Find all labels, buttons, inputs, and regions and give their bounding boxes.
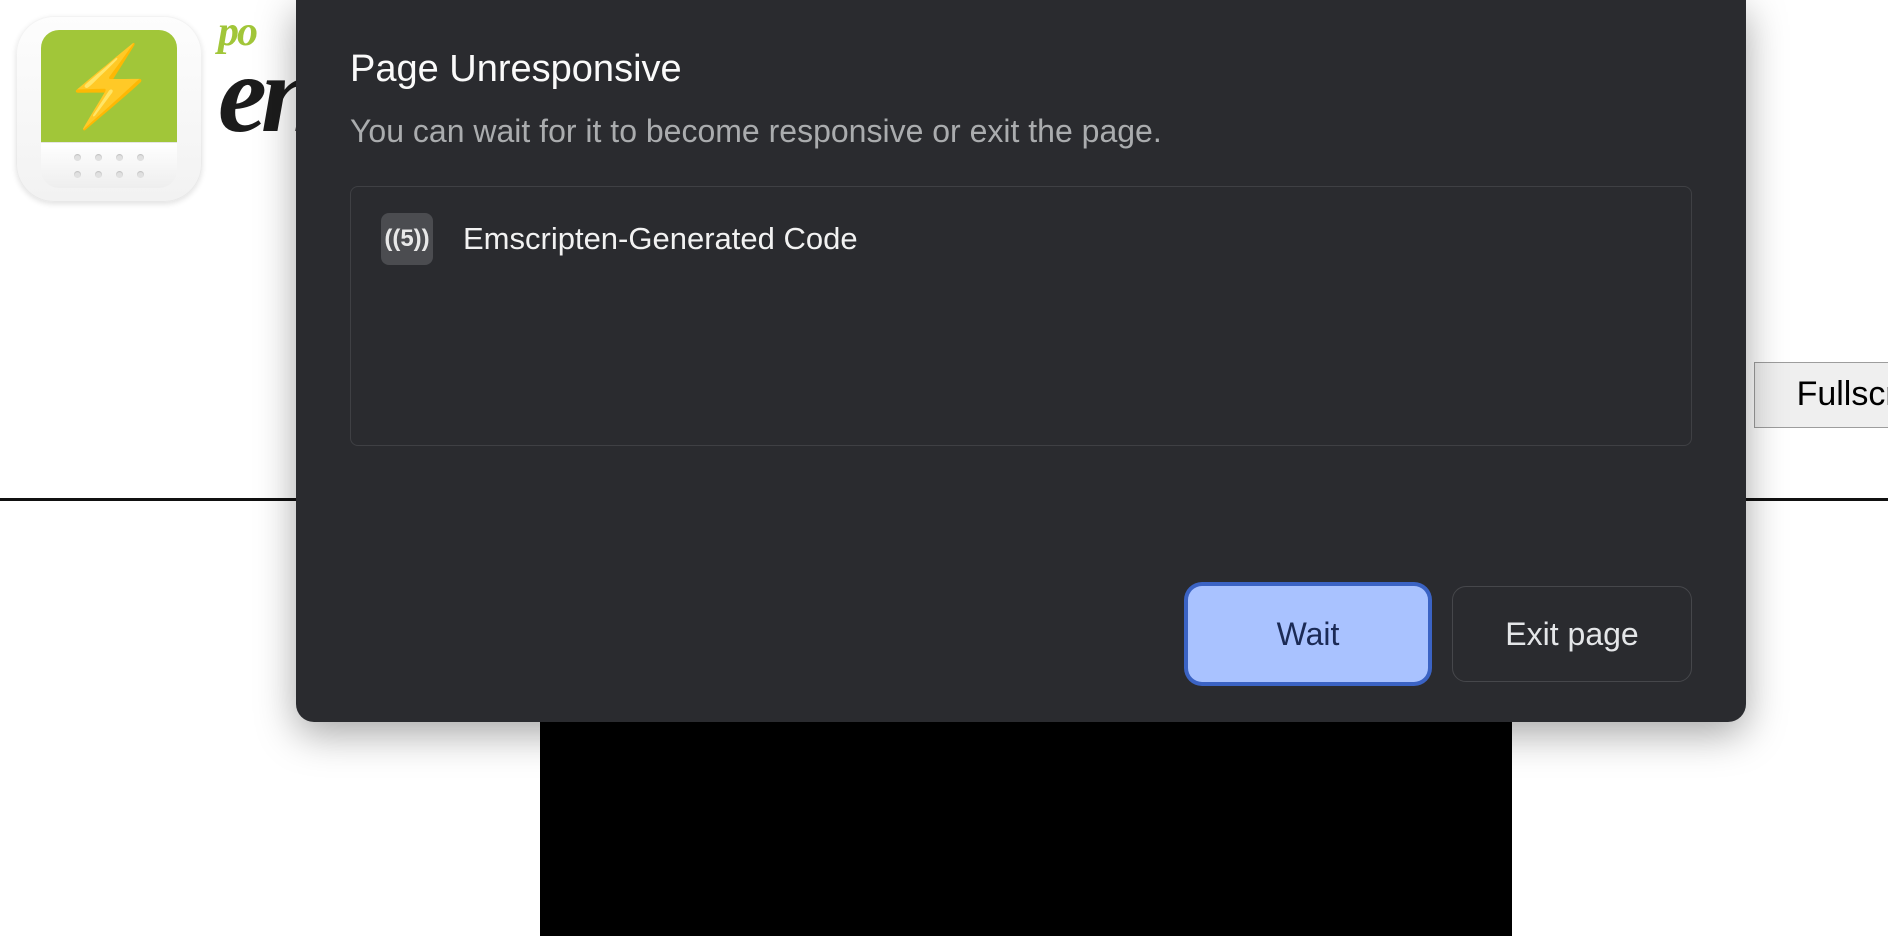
dialog-title: Page Unresponsive bbox=[350, 48, 1692, 91]
wait-button[interactable]: Wait bbox=[1188, 586, 1428, 682]
app-logo: ⚡ bbox=[16, 16, 202, 202]
dialog-message: You can wait for it to become responsive… bbox=[350, 113, 1692, 150]
favicon-label: ((5)) bbox=[384, 225, 429, 253]
fullscreen-button[interactable]: Fullscreen bbox=[1754, 362, 1888, 428]
unresponsive-page-list: ((5)) Emscripten-Generated Code bbox=[350, 186, 1692, 446]
logo-bottom-panel bbox=[41, 142, 177, 188]
logo-top-panel: ⚡ bbox=[41, 30, 177, 142]
dialog-button-row: Wait Exit page bbox=[350, 546, 1692, 682]
unresponsive-page-row: ((5)) Emscripten-Generated Code bbox=[381, 213, 1661, 265]
lightning-bolt-icon: ⚡ bbox=[60, 47, 157, 125]
exit-page-button[interactable]: Exit page bbox=[1452, 586, 1692, 682]
page-unresponsive-dialog: Page Unresponsive You can wait for it to… bbox=[296, 0, 1746, 722]
unresponsive-page-title: Emscripten-Generated Code bbox=[463, 221, 858, 257]
broadcast-icon: ((5)) bbox=[381, 213, 433, 265]
